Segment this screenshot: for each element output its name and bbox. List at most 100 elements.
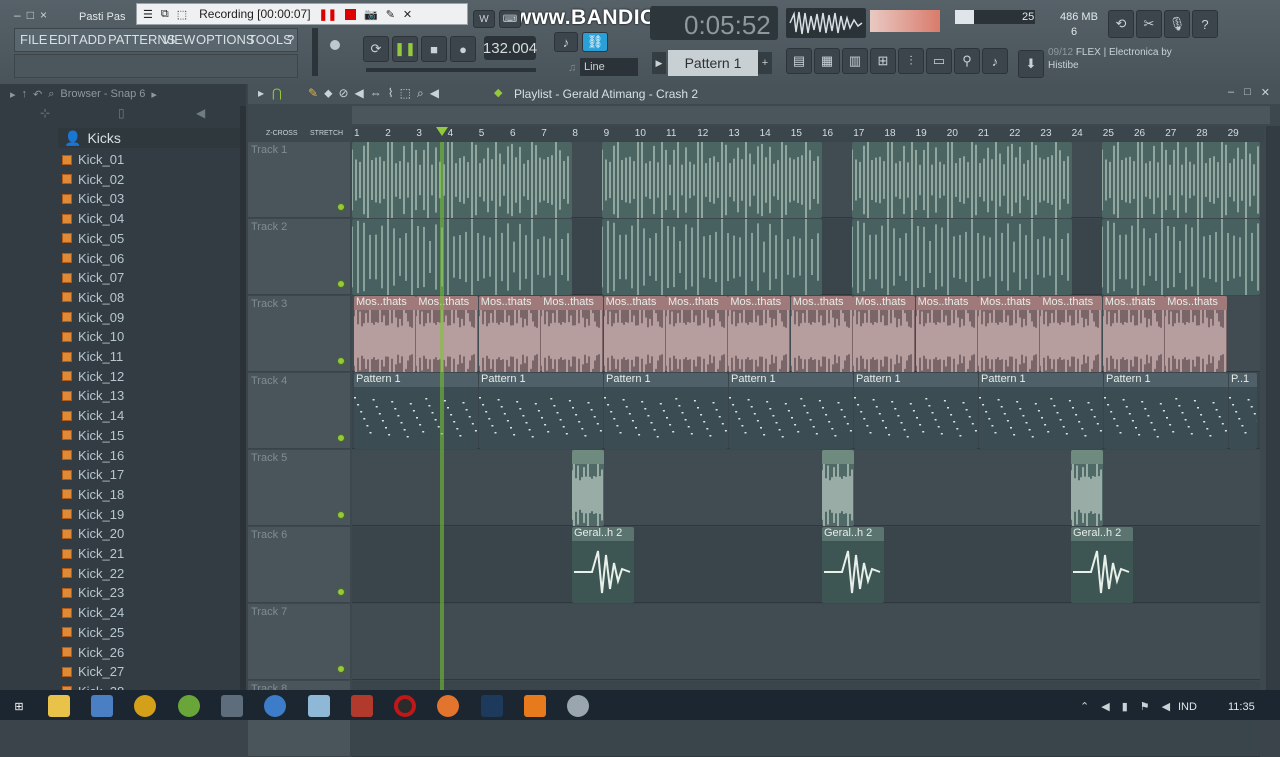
- slice-tool-icon[interactable]: ⌇: [388, 86, 394, 101]
- clock[interactable]: 11:35: [1228, 701, 1255, 713]
- playlist-clip[interactable]: [1071, 450, 1103, 526]
- pencil-icon[interactable]: ✎: [386, 8, 395, 21]
- news-panel[interactable]: 09/12 FLEX | Electronica by Histibe: [1048, 46, 1204, 78]
- volume-icon[interactable]: ◀: [1162, 700, 1170, 713]
- delete-tool-icon[interactable]: ⊘: [338, 86, 348, 101]
- playlist-clip[interactable]: Mos..thats: [416, 296, 478, 372]
- playlist-clip[interactable]: [852, 219, 1072, 295]
- overview-strip[interactable]: [352, 106, 1270, 124]
- playback-tool-icon[interactable]: ◀: [430, 86, 439, 101]
- playlist-clip[interactable]: Mos..thats: [853, 296, 915, 372]
- bar-number[interactable]: 6: [510, 128, 516, 139]
- playlist-clip[interactable]: Mos..thats: [604, 296, 666, 372]
- file-icon[interactable]: ▯: [118, 106, 125, 120]
- menu-options[interactable]: OPTIONS: [196, 32, 255, 47]
- microphone-icon[interactable]: 🎙: [1164, 10, 1190, 38]
- playlist-clip[interactable]: Geral..h 2: [822, 527, 884, 603]
- bar-number[interactable]: 26: [1134, 128, 1145, 139]
- master-volume-slider[interactable]: [312, 28, 318, 76]
- stretch-label[interactable]: STRETCH: [310, 130, 343, 137]
- bar-number[interactable]: 4: [448, 128, 454, 139]
- app-icon-4[interactable]: [178, 695, 200, 717]
- stop-record-icon[interactable]: [345, 9, 356, 20]
- language-indicator[interactable]: IND: [1178, 701, 1197, 713]
- playlist-clip[interactable]: [822, 450, 854, 526]
- sample-list-item[interactable]: Kick_23: [62, 583, 124, 602]
- menu-add[interactable]: ADD: [79, 32, 106, 47]
- window-mode-icon[interactable]: ⧉: [161, 8, 169, 21]
- maximize-icon[interactable]: □: [27, 8, 34, 26]
- select-tool-icon[interactable]: ⬚: [400, 86, 411, 101]
- sample-list-item[interactable]: Kick_26: [62, 643, 124, 662]
- playlist-clip[interactable]: Pattern 1: [604, 373, 728, 449]
- channel-rack-icon[interactable]: ▥: [842, 48, 868, 74]
- master-pitch-knob[interactable]: [330, 40, 340, 50]
- sample-list-item[interactable]: Kick_22: [62, 564, 124, 583]
- bandicam-icon[interactable]: [394, 695, 416, 717]
- loop-mode-button[interactable]: ⟳: [363, 36, 389, 62]
- track-header[interactable]: Track 6: [248, 527, 350, 603]
- track-mute-led-icon[interactable]: [337, 588, 345, 596]
- app-icon-3[interactable]: [134, 695, 156, 717]
- playlist-clip[interactable]: [572, 450, 604, 526]
- sample-list-item[interactable]: Kick_18: [62, 485, 124, 504]
- chevron-up-icon[interactable]: ⌃: [1080, 700, 1089, 713]
- sample-list-item[interactable]: Kick_16: [62, 446, 124, 465]
- bar-number[interactable]: 14: [760, 128, 771, 139]
- bar-number[interactable]: 28: [1196, 128, 1207, 139]
- playlist-clip[interactable]: Pattern 1: [979, 373, 1103, 449]
- pencil-tool-icon[interactable]: ✎: [308, 86, 318, 101]
- sample-list-item[interactable]: Kick_04: [62, 209, 124, 228]
- vertical-scrollbar[interactable]: [1266, 126, 1280, 690]
- bar-number[interactable]: 29: [1228, 128, 1239, 139]
- menu-help[interactable]: ?: [287, 32, 294, 47]
- bar-number[interactable]: 1: [354, 128, 360, 139]
- playlist-clip[interactable]: Pattern 1: [354, 373, 478, 449]
- sample-list-item[interactable]: Kick_20: [62, 524, 124, 543]
- bar-number[interactable]: 27: [1165, 128, 1176, 139]
- playlist-clip[interactable]: Mos..thats: [728, 296, 790, 372]
- track-header[interactable]: Track 5: [248, 450, 350, 526]
- playlist-clip[interactable]: [352, 142, 572, 218]
- record-button[interactable]: ●: [450, 36, 476, 62]
- sample-list-item[interactable]: Kick_08: [62, 288, 124, 307]
- playlist-clip[interactable]: Pattern 1: [1104, 373, 1228, 449]
- bar-number[interactable]: 18: [884, 128, 895, 139]
- sample-list-item[interactable]: Kick_15: [62, 426, 124, 445]
- pattern-selector[interactable]: Pattern 1: [668, 50, 758, 76]
- close-recorder-icon[interactable]: ✕: [403, 8, 412, 21]
- sample-list-item[interactable]: Kick_05: [62, 229, 124, 248]
- snap-tool-icon[interactable]: ♪: [554, 32, 578, 52]
- bar-number[interactable]: 20: [947, 128, 958, 139]
- menu-view[interactable]: VIEW: [162, 32, 195, 47]
- link-icon[interactable]: ⛓: [582, 32, 608, 52]
- zoom-tool-icon[interactable]: ⌕: [417, 86, 424, 101]
- bar-number[interactable]: 5: [479, 128, 485, 139]
- playlist-clip[interactable]: [602, 142, 822, 218]
- firefox-icon[interactable]: [437, 695, 459, 717]
- photoshop-icon[interactable]: [481, 695, 503, 717]
- app-icon-12[interactable]: [524, 695, 546, 717]
- tempo-tap-icon[interactable]: ♪: [982, 48, 1008, 74]
- speaker-icon[interactable]: ◀: [196, 106, 205, 120]
- playlist-clip[interactable]: Mos..thats: [916, 296, 978, 372]
- menu-icon[interactable]: ☰: [143, 8, 153, 21]
- download-icon[interactable]: ⬇: [1018, 50, 1044, 78]
- browser-folder[interactable]: 👤 Kicks: [58, 128, 246, 148]
- sample-list-item[interactable]: Kick_14: [62, 406, 124, 425]
- playlist-clip[interactable]: Mos..thats: [1040, 296, 1102, 372]
- bar-number[interactable]: 2: [385, 128, 391, 139]
- undo-history-icon[interactable]: ⟲: [1108, 10, 1134, 38]
- menu-tools[interactable]: TOOLS: [248, 32, 292, 47]
- plugin-icon[interactable]: ⚲: [954, 48, 980, 74]
- track-header[interactable]: Track 7: [248, 604, 350, 680]
- track-header[interactable]: Track 4: [248, 373, 350, 449]
- region-icon[interactable]: ⬚: [177, 8, 187, 21]
- playlist-clip[interactable]: Mos..thats: [479, 296, 541, 372]
- tempo-display[interactable]: 132.004: [484, 36, 536, 60]
- bar-number[interactable]: 15: [791, 128, 802, 139]
- bar-number[interactable]: 22: [1009, 128, 1020, 139]
- sample-list-item[interactable]: Kick_27: [62, 662, 124, 681]
- playlist-clip[interactable]: Pattern 1: [854, 373, 978, 449]
- pattern-prev-button[interactable]: ▶: [652, 52, 666, 74]
